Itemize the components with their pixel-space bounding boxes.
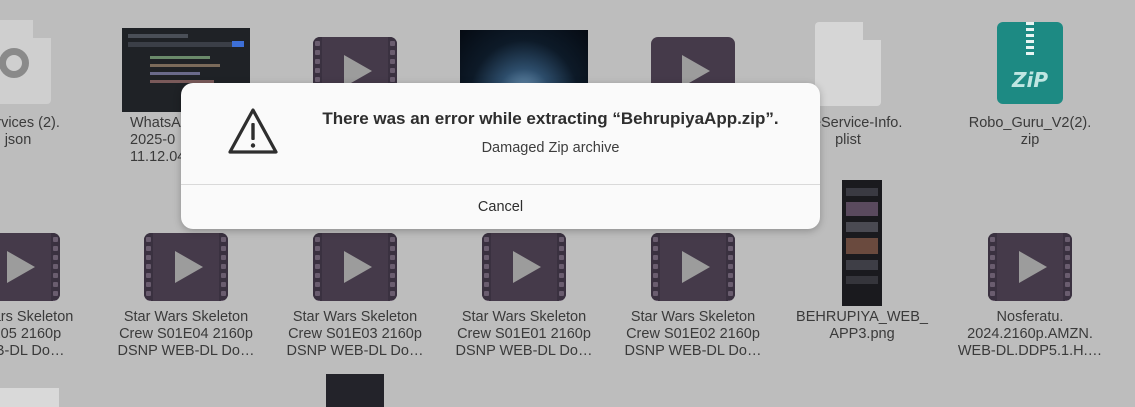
dialog-title: There was an error while extracting “Beh… — [322, 109, 779, 128]
error-dialog: There was an error while extracting “Beh… — [181, 83, 820, 229]
warning-icon — [228, 108, 278, 154]
dialog-message: Damaged Zip archive — [481, 140, 620, 156]
cancel-button[interactable]: Cancel — [181, 185, 820, 229]
